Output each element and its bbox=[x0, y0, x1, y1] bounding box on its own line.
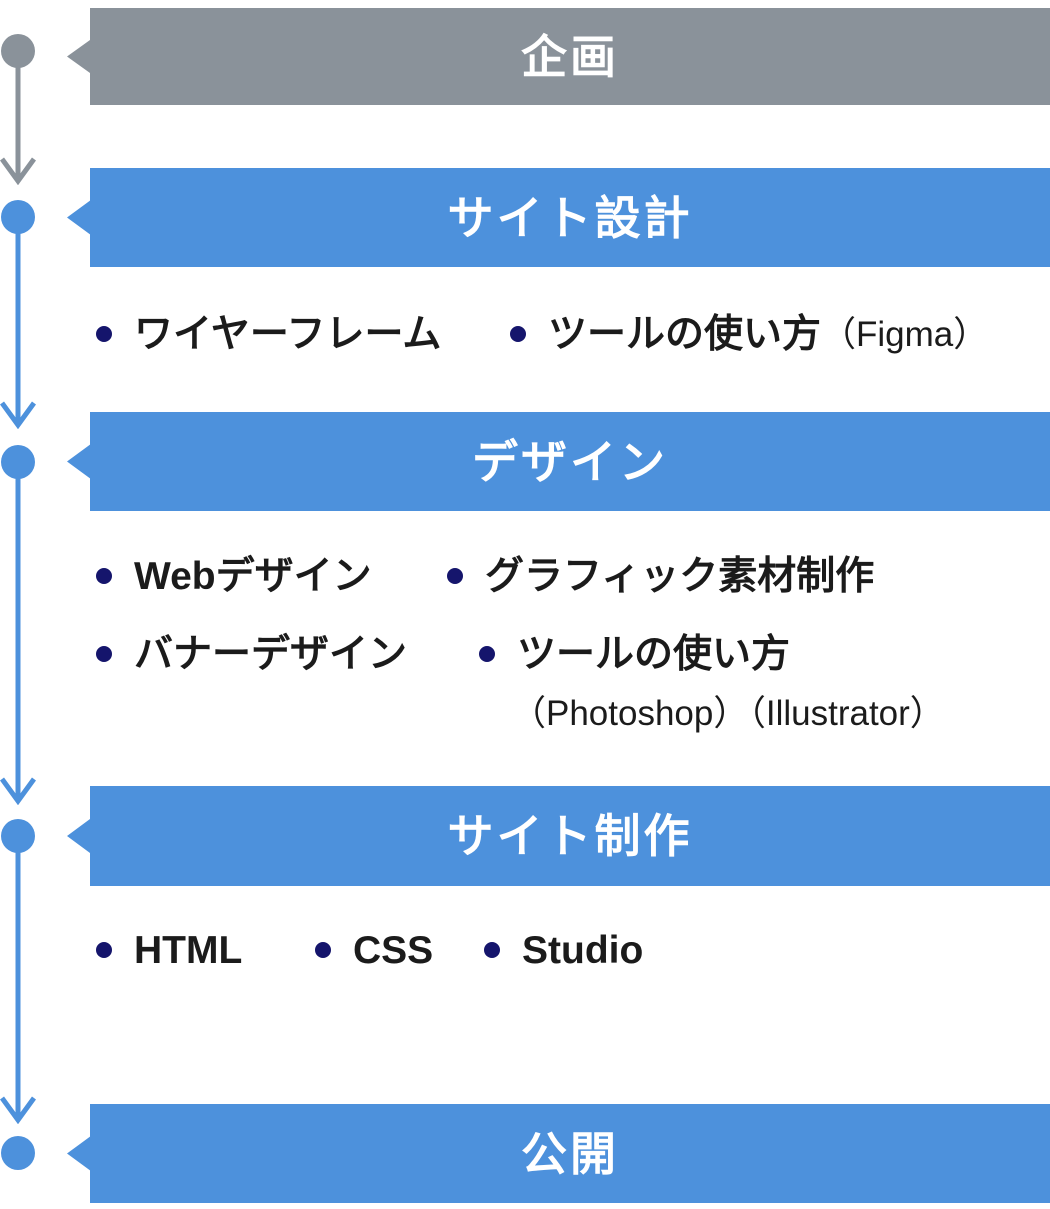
timeline-dot-publish bbox=[1, 1136, 35, 1170]
list-item: CSS bbox=[315, 924, 433, 976]
workflow-diagram: 企画 サイト設計 デザイン サイト制作 公開 ワイヤーフレーム ツールの使い方 … bbox=[0, 0, 1050, 1209]
bullet-icon bbox=[484, 942, 500, 958]
list-item: ツールの使い方 bbox=[479, 628, 790, 680]
bullet-icon bbox=[96, 326, 112, 342]
bullet-icon bbox=[479, 646, 495, 662]
list-item: バナーデザイン bbox=[96, 628, 407, 680]
bullet-icon bbox=[96, 568, 112, 584]
bullet-icon bbox=[510, 326, 526, 342]
list-item-label: HTML bbox=[134, 931, 242, 970]
list-item: ツールの使い方 （Figma） bbox=[510, 308, 988, 360]
list-item: グラフィック素材制作 bbox=[447, 550, 874, 602]
list-item-label: CSS bbox=[353, 931, 433, 970]
design-list-row-2: バナーデザイン ツールの使い方 bbox=[0, 628, 1050, 680]
list-item: HTML bbox=[96, 924, 242, 976]
list-item: ワイヤーフレーム bbox=[96, 308, 441, 360]
list-item-label: グラフィック素材制作 bbox=[485, 557, 874, 596]
arrow-down-icon bbox=[0, 840, 36, 1124]
list-item-label: Webデザイン bbox=[134, 557, 372, 596]
banner-planning: 企画 bbox=[67, 8, 1050, 105]
list-item-label: バナーデザイン bbox=[134, 635, 407, 674]
banner-publish: 公開 bbox=[67, 1104, 1050, 1203]
list-item-label: ワイヤーフレーム bbox=[134, 315, 441, 354]
list-item-label: ツールの使い方 bbox=[548, 315, 821, 354]
banner-title: 企画 bbox=[521, 34, 619, 80]
banner-build: サイト制作 bbox=[67, 786, 1050, 886]
banner-title: サイト設計 bbox=[448, 195, 693, 241]
list-item-label: ツールの使い方 bbox=[517, 635, 790, 674]
bullet-icon bbox=[315, 942, 331, 958]
list-item: Webデザイン bbox=[96, 550, 372, 602]
design-tools-note: （Photoshop）（Illustrator） bbox=[511, 686, 945, 734]
bullet-icon bbox=[447, 568, 463, 584]
bullet-icon bbox=[96, 646, 112, 662]
list-item: Studio bbox=[484, 924, 643, 976]
bullet-icon bbox=[96, 942, 112, 958]
list-item-suffix: （Figma） bbox=[821, 317, 988, 352]
banner-title: 公開 bbox=[521, 1131, 619, 1177]
banner-site-design: サイト設計 bbox=[67, 168, 1050, 267]
design-list-row-1: Webデザイン グラフィック素材制作 bbox=[0, 550, 1050, 602]
banner-title: デザイン bbox=[472, 439, 668, 485]
arrow-down-icon bbox=[0, 55, 36, 185]
build-list: HTML CSS Studio bbox=[0, 924, 1050, 976]
banner-title: サイト制作 bbox=[448, 813, 693, 859]
banner-design: デザイン bbox=[67, 412, 1050, 511]
list-item-label: Studio bbox=[522, 931, 643, 970]
site-design-list: ワイヤーフレーム ツールの使い方 （Figma） bbox=[0, 308, 1050, 360]
